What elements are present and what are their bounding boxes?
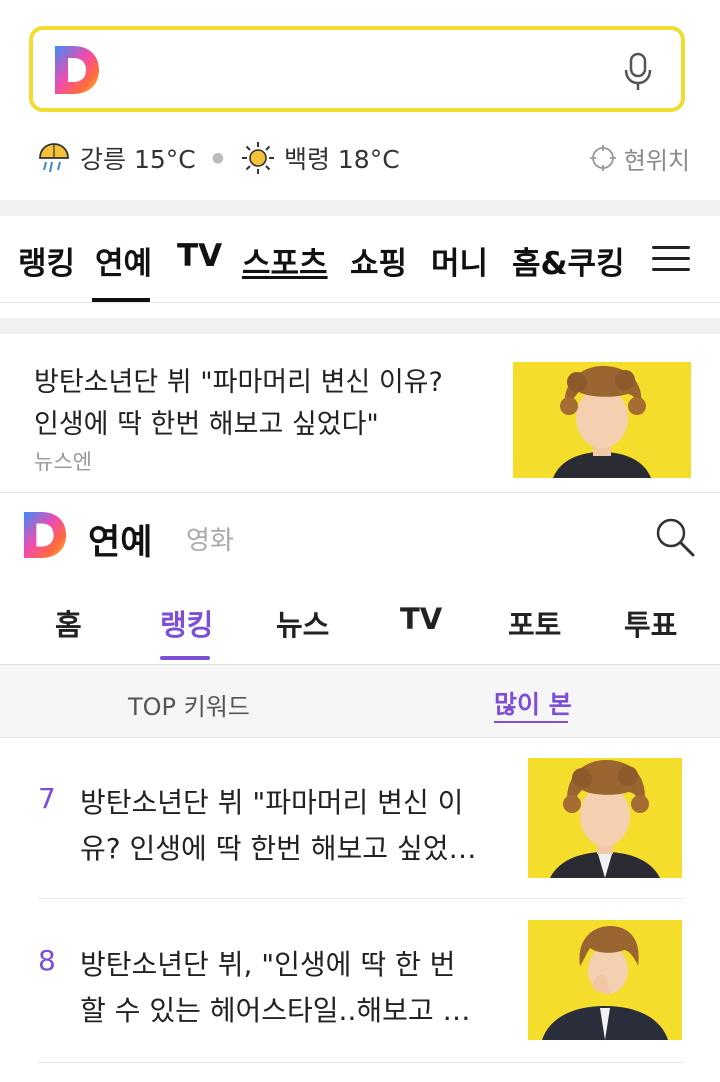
most-viewed-tab[interactable]: 많이 본 xyxy=(494,685,572,721)
active-tab-indicator xyxy=(160,656,210,660)
search-icon[interactable] xyxy=(654,516,696,558)
hamburger-menu-icon[interactable] xyxy=(652,246,690,272)
rain-umbrella-icon xyxy=(39,143,69,173)
tab-photo[interactable]: 포토 xyxy=(508,602,561,644)
section-divider xyxy=(0,318,720,334)
category-sports[interactable]: 스포츠 xyxy=(242,238,328,283)
weather-item[interactable]: 백령 18°C xyxy=(240,140,400,176)
category-ranking[interactable]: 랭킹 xyxy=(18,238,75,283)
top-keyword-tab[interactable]: TOP 키워드 xyxy=(128,687,250,722)
current-location-button[interactable]: 현위치 xyxy=(589,138,690,178)
sun-icon xyxy=(241,142,274,174)
search-input[interactable] xyxy=(123,48,607,92)
category-nav: 랭킹 연예 TV 스포츠 쇼핑 머니 홈&쿠킹 xyxy=(0,216,720,303)
category-entertainment[interactable]: 연예 xyxy=(95,238,152,283)
current-location-label: 현위치 xyxy=(623,146,690,175)
list-item[interactable]: 7 방탄소년단 뷔 "파마머리 변신 이유? 인생에 딱 한번 해보고 싶었… xyxy=(0,758,720,920)
list-item-title[interactable]: 방탄소년단 뷔 "파마머리 변신 이유? 인생에 딱 한번 해보고 싶었… xyxy=(80,780,490,872)
list-divider xyxy=(38,1062,684,1063)
active-tab-underline xyxy=(494,721,568,723)
weather-text: 강릉 15°C xyxy=(80,145,196,174)
tab-home[interactable]: 홈 xyxy=(55,602,82,644)
list-item-thumbnail[interactable] xyxy=(528,758,682,878)
entertainment-tabs: 홈 랭킹 뉴스 TV 포토 투표 xyxy=(0,590,720,665)
microphone-icon[interactable] xyxy=(623,52,653,92)
top-article[interactable]: 방탄소년단 뷔 "파마머리 변신 이유? 인생에 딱 한번 해보고 싶었다" 뉴… xyxy=(0,334,720,493)
rank-number: 8 xyxy=(38,944,56,977)
weather-row: 강릉 15°C ● 백령 18°C xyxy=(36,138,400,178)
category-money[interactable]: 머니 xyxy=(431,238,488,283)
ranking-filter-bar: TOP 키워드 많이 본 xyxy=(0,665,720,738)
section-divider xyxy=(0,200,720,216)
category-home-cooking[interactable]: 홈&쿠킹 xyxy=(512,238,625,283)
weather-item[interactable]: 강릉 15°C xyxy=(36,140,196,176)
article-thumbnail[interactable] xyxy=(513,362,691,478)
person-photo xyxy=(513,362,691,478)
article-source: 뉴스엔 xyxy=(34,450,92,474)
tab-news[interactable]: 뉴스 xyxy=(276,602,329,644)
separator-dot: ● xyxy=(211,150,224,166)
crosshair-icon xyxy=(589,145,616,171)
rank-number: 7 xyxy=(38,782,56,815)
list-divider xyxy=(38,898,684,899)
active-category-indicator xyxy=(92,298,150,302)
search-bar[interactable] xyxy=(29,26,685,112)
category-tv[interactable]: TV xyxy=(177,238,222,274)
list-item-title[interactable]: 방탄소년단 뷔, "인생에 딱 한 번 할 수 있는 헤어스타일..해보고 … xyxy=(80,942,490,1034)
category-shopping[interactable]: 쇼핑 xyxy=(350,238,407,283)
section-title[interactable]: 연예 xyxy=(88,514,152,565)
daum-logo xyxy=(55,46,99,94)
weather-text: 백령 18°C xyxy=(283,145,400,174)
tab-ranking[interactable]: 랭킹 xyxy=(160,602,213,644)
tab-vote[interactable]: 투표 xyxy=(624,602,677,644)
person-photo xyxy=(528,758,682,878)
person-photo xyxy=(528,920,682,1040)
daum-logo[interactable] xyxy=(22,510,68,560)
article-title[interactable]: 방탄소년단 뷔 "파마머리 변신 이유? 인생에 딱 한번 해보고 싶었다" xyxy=(34,362,474,446)
list-item-thumbnail[interactable] xyxy=(528,920,682,1040)
list-item[interactable]: 8 방탄소년단 뷔, "인생에 딱 한 번 할 수 있는 헤어스타일..해보고 … xyxy=(0,920,720,1082)
section-subtitle-link[interactable]: 영화 xyxy=(186,520,234,557)
tab-tv[interactable]: TV xyxy=(400,602,442,636)
